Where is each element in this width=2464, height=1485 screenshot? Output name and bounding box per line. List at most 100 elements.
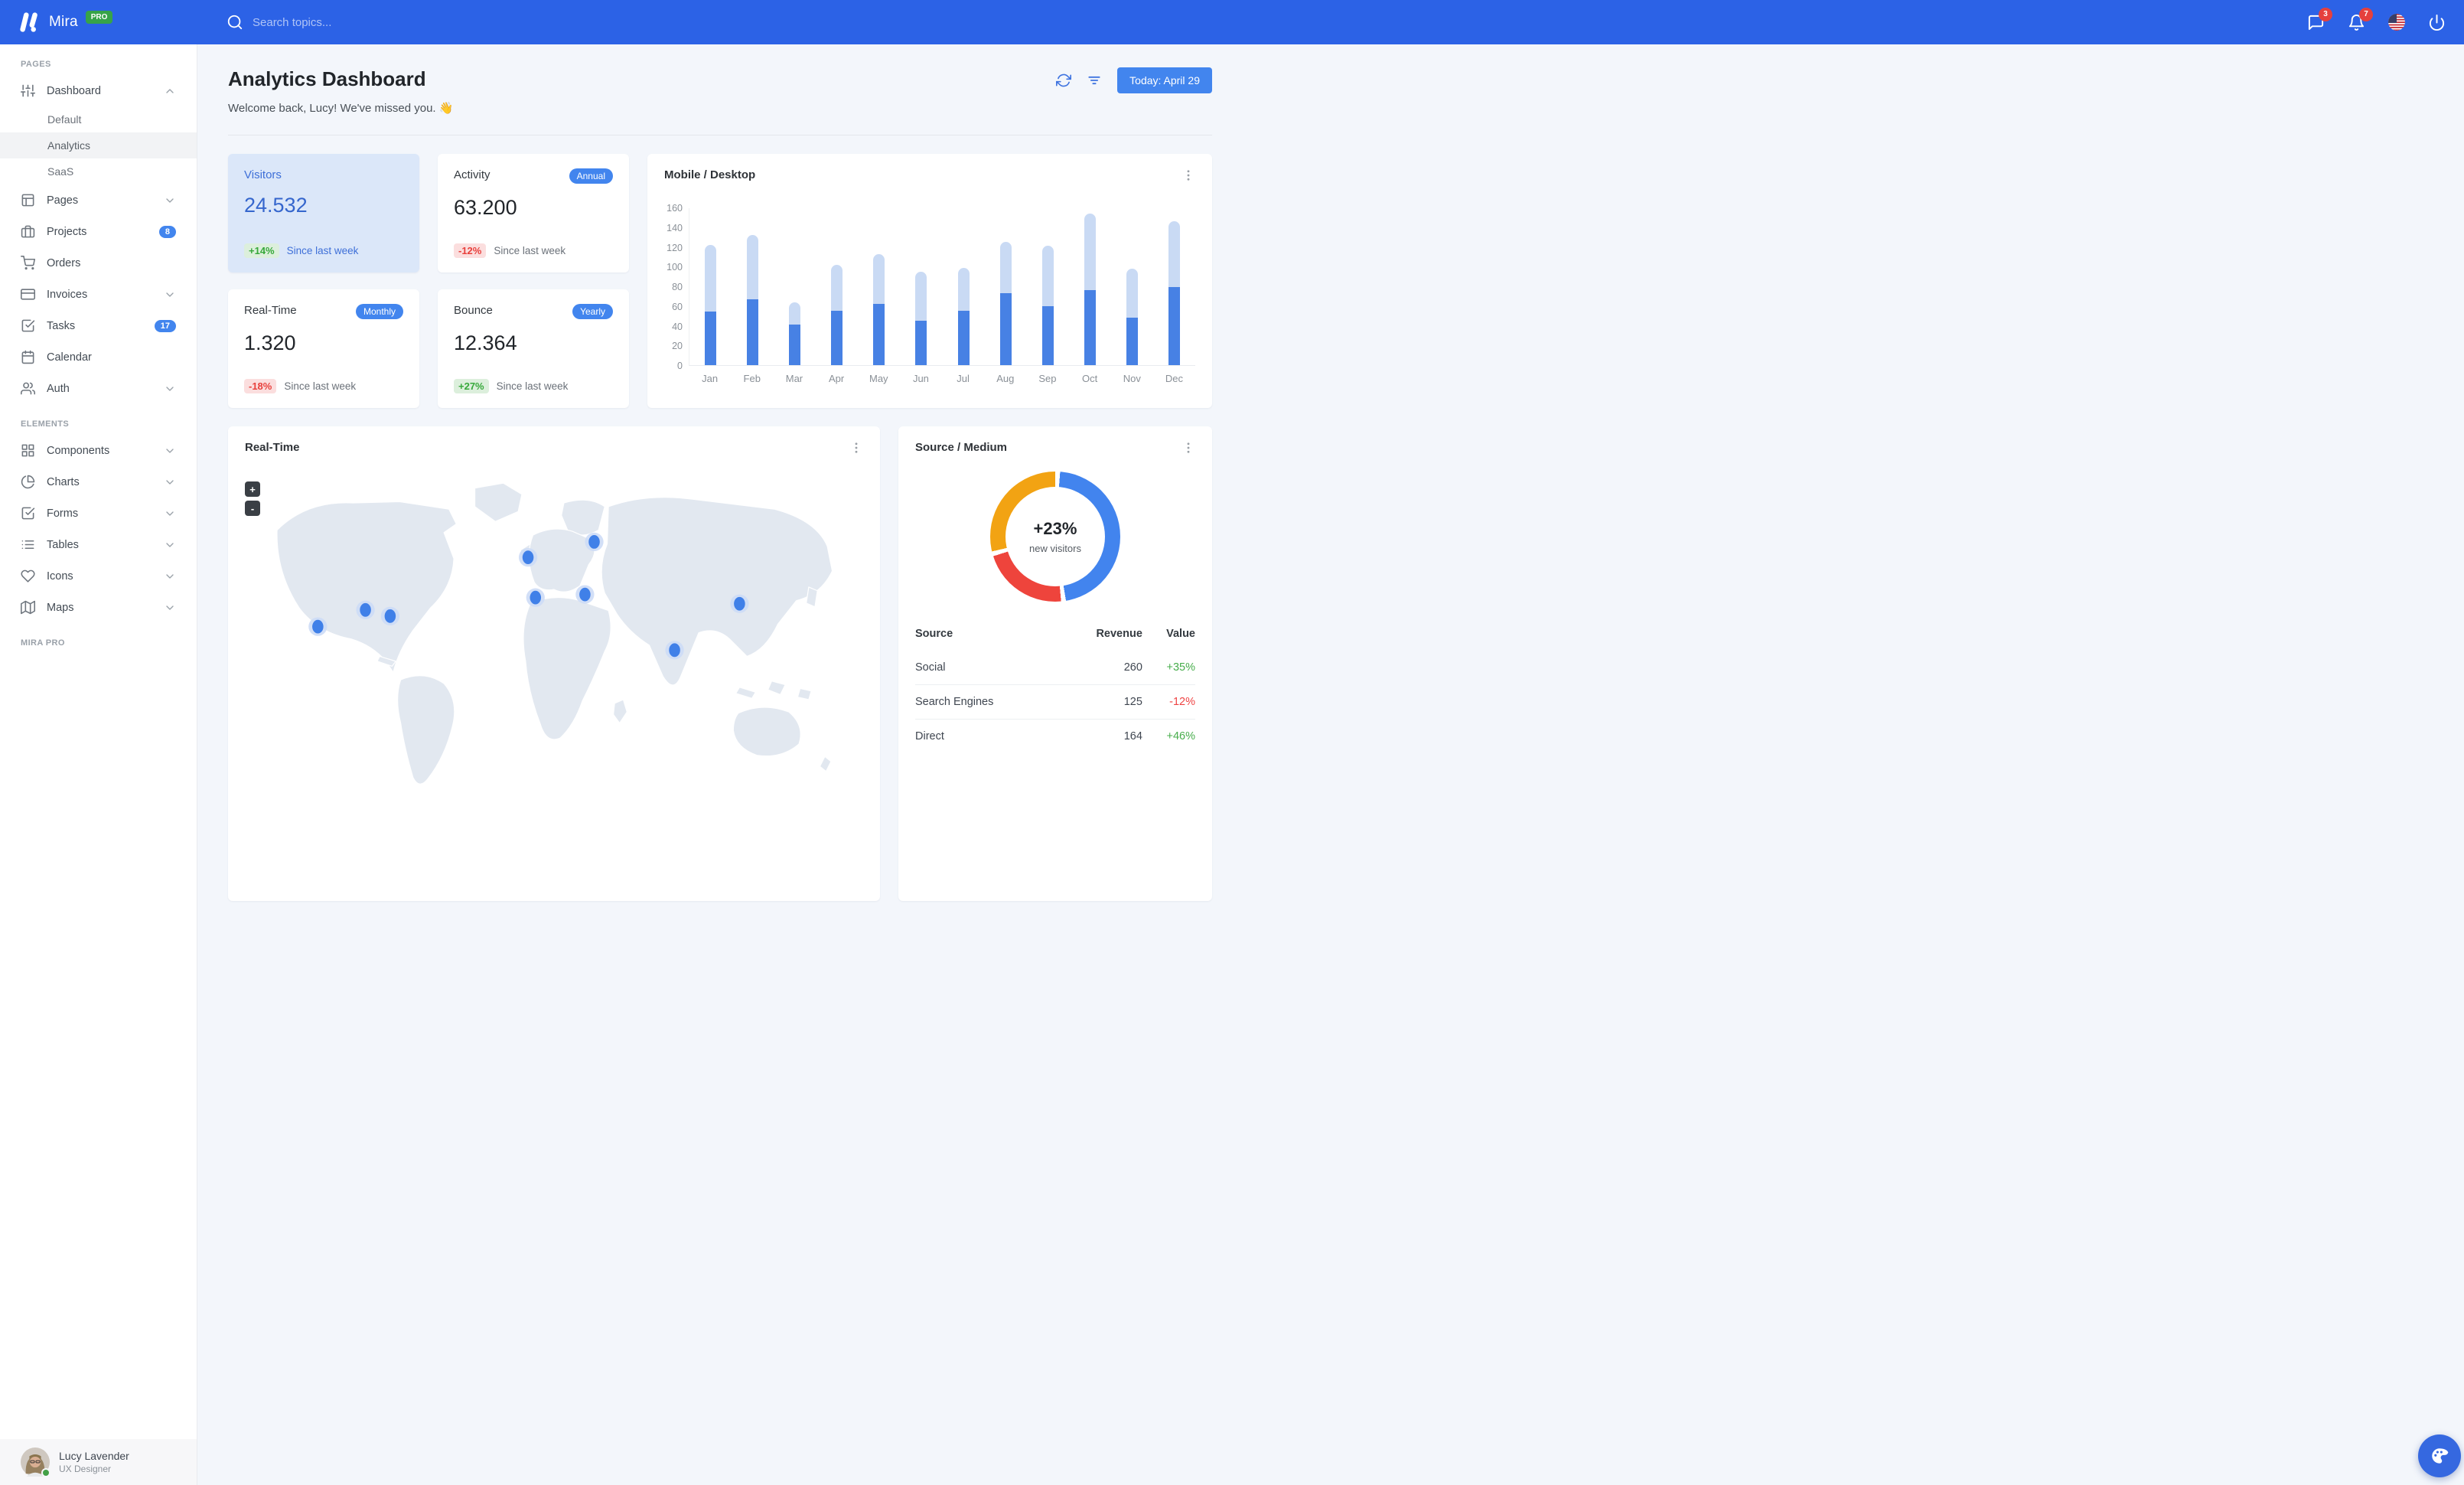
bar-segment-desktop — [1126, 268, 1138, 318]
period-badge[interactable]: Annual — [569, 168, 613, 184]
sidebar-item-orders[interactable]: Orders — [0, 247, 197, 279]
notifications-icon[interactable]: 7 — [2348, 7, 2373, 31]
sidebar-item-tables[interactable]: Tables — [0, 529, 197, 560]
source-medium-title: Source / Medium — [915, 441, 1008, 454]
more-vertical-icon[interactable] — [1181, 441, 1195, 455]
sidebar-item-label: Calendar — [47, 351, 92, 364]
stat-value: 12.364 — [454, 331, 517, 354]
sidebar-item-label: Auth — [47, 382, 70, 395]
x-tick-label: Oct — [1082, 373, 1098, 384]
map-marker[interactable] — [585, 532, 604, 552]
sidebar-item-label: Orders — [47, 256, 81, 269]
theme-palette-button[interactable] — [2418, 1434, 2461, 1477]
power-icon[interactable] — [2428, 14, 2446, 31]
sidebar-subitem-saas[interactable]: SaaS — [0, 158, 197, 184]
table-row: Social 260 +35% — [915, 651, 1195, 685]
chevron-down-icon — [164, 194, 176, 207]
more-vertical-icon[interactable] — [1181, 168, 1195, 182]
sidebar-item-maps[interactable]: Maps — [0, 592, 197, 623]
x-tick-label: Mar — [785, 373, 803, 384]
sidebar-subitem-default[interactable]: Default — [0, 106, 197, 132]
chevron-down-icon — [164, 383, 176, 395]
sidebar-item-icons[interactable]: Icons — [0, 560, 197, 592]
cell-revenue: 125 — [1058, 684, 1142, 720]
notifications-badge: 7 — [2359, 7, 2373, 21]
refresh-icon[interactable] — [1056, 73, 1072, 88]
stat-title: Activity — [454, 168, 491, 181]
stats-row: Visitors 24.532 +14% Since last week Rea… — [228, 154, 1212, 408]
chevron-down-icon — [164, 289, 176, 301]
map-zoom-controls: + - — [245, 481, 260, 516]
calendar-icon — [21, 350, 35, 364]
map-marker[interactable] — [380, 606, 399, 625]
main-content: Analytics Dashboard Welcome back, Lucy! … — [197, 0, 1232, 901]
sidebar-item-dashboard[interactable]: Dashboard — [0, 75, 197, 106]
map-landmass — [276, 482, 833, 785]
cell-value: +35% — [1166, 661, 1196, 674]
bar-segment-desktop — [915, 271, 927, 321]
realtime-map-card: Real-Time + - — [228, 426, 880, 901]
stat-title: Visitors — [244, 168, 282, 181]
stat-card-activity: Activity Annual 63.200 -12% Since last w… — [438, 154, 629, 273]
us-flag-icon[interactable] — [2388, 14, 2405, 31]
sidebar-item-tasks[interactable]: Tasks 17 — [0, 310, 197, 341]
map-zoom-out-button[interactable]: - — [245, 501, 260, 516]
sidebar-item-invoices[interactable]: Invoices — [0, 279, 197, 310]
bar-segment-desktop — [1084, 213, 1096, 291]
bar-segment-desktop — [957, 267, 970, 312]
sidebar: PAGES Dashboard Default Analytics SaaS P… — [0, 44, 197, 1485]
bar-segment-mobile — [1168, 287, 1180, 365]
map-marker[interactable] — [356, 600, 375, 619]
stats-column-2: Activity Annual 63.200 -12% Since last w… — [438, 154, 629, 408]
more-vertical-icon[interactable] — [849, 441, 863, 455]
period-badge[interactable]: Yearly — [572, 304, 613, 319]
sidebar-item-forms[interactable]: Forms — [0, 498, 197, 529]
source-medium-card: Source / Medium +23% new visitors Source — [898, 426, 1212, 901]
map-zoom-in-button[interactable]: + — [245, 481, 260, 497]
user-role: UX Designer — [59, 1464, 112, 1474]
sidebar-item-projects[interactable]: Projects 8 — [0, 216, 197, 247]
messages-icon[interactable]: 3 — [2307, 7, 2332, 31]
chevron-down-icon — [164, 602, 176, 614]
sidebar-item-components[interactable]: Components — [0, 435, 197, 466]
period-badge[interactable]: Monthly — [355, 304, 403, 319]
sidebar-item-auth[interactable]: Auth — [0, 373, 197, 404]
map-marker[interactable] — [518, 548, 538, 567]
welcome-message: Welcome back, Lucy! We've missed you. 👋 — [228, 102, 454, 115]
x-tick-label: Aug — [996, 373, 1015, 384]
donut-center-value: +23% — [1033, 519, 1077, 538]
sidebar-user[interactable]: Lucy Lavender UX Designer — [0, 1439, 197, 1485]
stat-card-bounce: Bounce Yearly 12.364 +27% Since last wee… — [438, 289, 629, 408]
sidebar-subitem-analytics[interactable]: Analytics — [0, 132, 197, 158]
bar-segment-desktop — [789, 302, 801, 325]
date-range-button[interactable]: Today: April 29 — [1117, 67, 1212, 93]
stat-note: Since last week — [494, 245, 566, 256]
sidebar-item-pages[interactable]: Pages — [0, 184, 197, 216]
pro-badge: PRO — [85, 10, 113, 24]
brand-name: Mira — [49, 14, 78, 30]
world-map[interactable] — [245, 471, 863, 890]
map-marker[interactable] — [308, 617, 328, 636]
map-marker[interactable] — [665, 641, 684, 660]
top-navbar: Mira PRO 3 7 — [0, 0, 2464, 44]
chart-title: Mobile / Desktop — [664, 168, 756, 181]
brand[interactable]: Mira PRO — [18, 10, 207, 34]
cell-source: Social — [915, 661, 946, 674]
map-marker[interactable] — [526, 588, 545, 607]
map-marker[interactable] — [730, 594, 749, 613]
y-tick-label: 60 — [672, 301, 683, 312]
bar-group — [732, 235, 774, 365]
bar-segment-mobile — [1084, 290, 1096, 365]
sidebar-item-charts[interactable]: Charts — [0, 466, 197, 498]
delta-chip: +27% — [454, 379, 489, 393]
sidebar-section-mira-pro: MIRA PRO — [21, 638, 65, 648]
search-bar — [227, 14, 467, 31]
map-marker[interactable] — [575, 585, 595, 604]
donut-chart: +23% new visitors — [990, 472, 1120, 602]
search-input[interactable] — [253, 15, 467, 29]
delta-chip: -18% — [244, 379, 277, 393]
avatar — [21, 1447, 51, 1477]
filter-icon[interactable] — [1087, 73, 1102, 88]
sidebar-item-calendar[interactable]: Calendar — [0, 341, 197, 373]
lower-row: Real-Time + - Source / Medium +23% new v… — [228, 426, 1212, 901]
